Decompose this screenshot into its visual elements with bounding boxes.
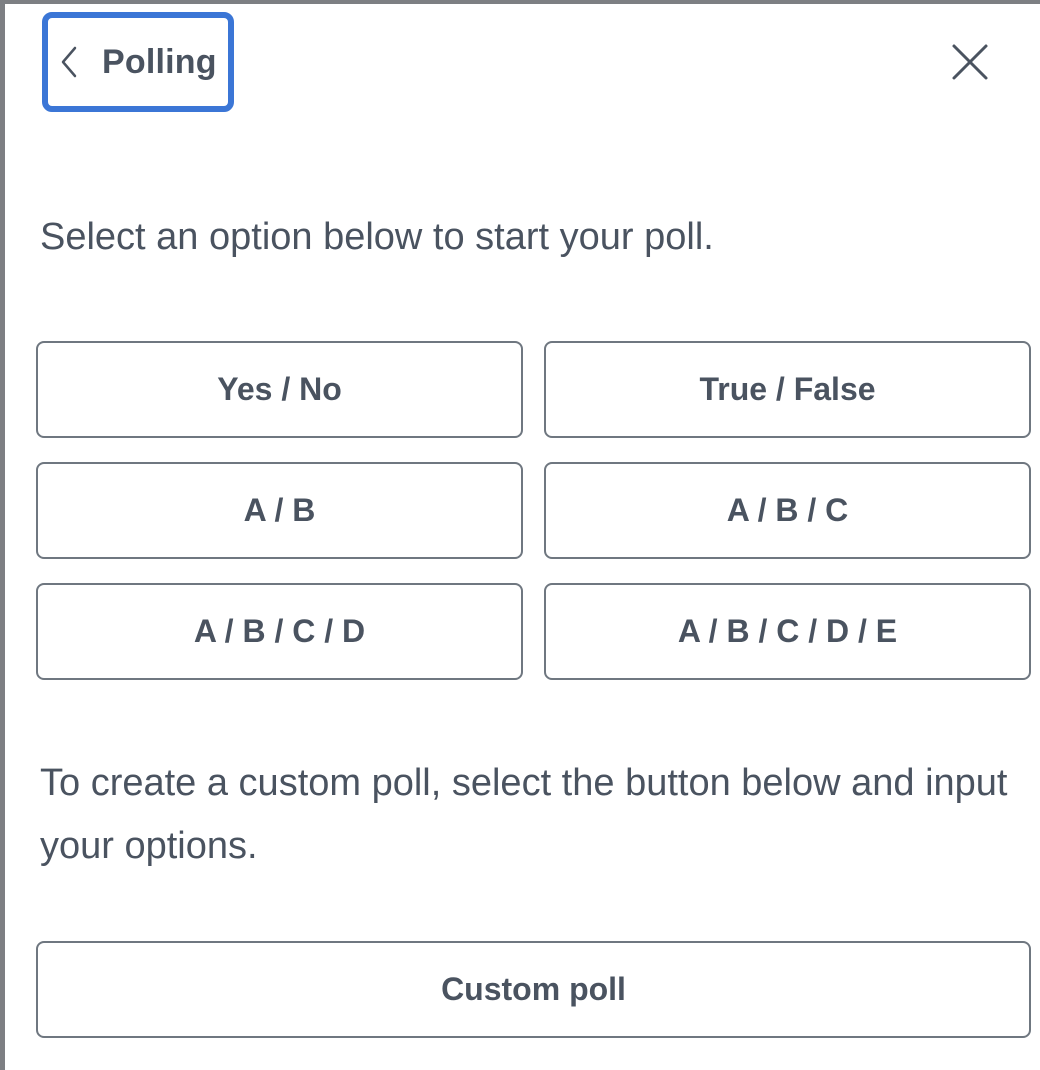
intro-text: Select an option below to start your pol… [40,216,714,258]
panel-header: Polling [0,0,1040,120]
poll-option-yes-no[interactable]: Yes / No [36,341,523,438]
close-icon [948,44,992,88]
poll-option-a-b[interactable]: A / B [36,462,523,559]
poll-option-a-b-c-d-e[interactable]: A / B / C / D / E [544,583,1031,680]
poll-option-a-b-c-d[interactable]: A / B / C / D [36,583,523,680]
poll-option-true-false[interactable]: True / False [544,341,1031,438]
custom-poll-description: To create a custom poll, select the butt… [40,762,1008,867]
panel-title: Polling [102,42,217,81]
custom-poll-button[interactable]: Custom poll [36,941,1031,1038]
poll-option-a-b-c[interactable]: A / B / C [544,462,1031,559]
back-button[interactable]: Polling [42,12,234,112]
chevron-left-icon [58,44,80,80]
close-button[interactable] [948,40,992,84]
